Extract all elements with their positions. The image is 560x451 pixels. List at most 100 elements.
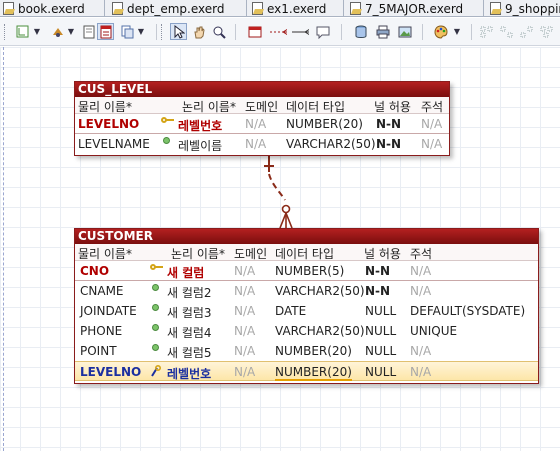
toolbar-separator [156,24,157,40]
datatype: DATE [275,304,307,318]
column-header-row: 물리 이름* 논리 이름* 도메인 데이터 타입 널 허용 주석 [75,244,538,261]
logical-name: 레벨번호 [178,119,223,133]
palette-icon[interactable] [432,23,449,40]
domain: N/A [245,137,267,151]
shape-icon[interactable] [49,23,66,40]
dropdown-arrow-icon[interactable]: ▼ [136,23,146,40]
physical-name: LEVELNO [80,365,142,379]
column-row-levelname[interactable]: LEVELNAME 레벨이름 N/A VARCHAR2(50) N-N N/A [75,134,449,154]
db-icon[interactable] [352,23,369,40]
non-identifying-relation-icon[interactable] [290,23,310,40]
attribute-icon [152,324,159,331]
tab-label: 7_5MAJOR.exerd [365,1,464,16]
column-row-levelno-fk[interactable]: LEVELNO 레벨번호 N/A NUMBER(20) NULL N/A [75,361,538,381]
domain: N/A [234,304,256,318]
physical-name: LEVELNAME [78,137,150,151]
note-icon[interactable] [80,23,97,40]
tab-9-shopping-exerd[interactable]: 9_shoppin [487,0,560,16]
align-bottom-icon[interactable] [538,23,555,40]
header-domain: 도메인 [245,100,279,114]
erd-file-icon [252,2,263,15]
logical-name: 새 컬럼5 [167,346,212,360]
column-row-cno[interactable]: CNO 새 컬럼 N/A NUMBER(5) N-N N/A [75,261,538,281]
toolbar-separator [235,24,236,40]
header-datatype: 데이터 타입 [286,100,346,114]
comment: N/A [421,117,443,131]
domain: N/A [234,365,256,379]
physical-name: LEVELNO [78,117,140,131]
table-icon[interactable] [97,23,114,40]
entity-icon[interactable] [246,23,263,40]
tab-ex1-exerd[interactable]: ex1.exerd [249,0,344,16]
physical-name: JOINDATE [80,304,137,318]
dropdown-arrow-icon[interactable]: ▼ [32,23,42,40]
comment: N/A [410,284,432,298]
header-nullable: 널 허용 [364,247,401,261]
hand-icon[interactable] [190,23,207,40]
primary-key-icon [150,264,163,271]
column-row-cname[interactable]: CNAME 새 컬럼2 N/A VARCHAR2(50) N-N N/A [75,281,538,301]
domain: N/A [234,264,256,278]
tab-label: ex1.exerd [267,1,327,16]
tab-7-5major-exerd[interactable]: 7_5MAJOR.exerd [347,0,484,16]
toolbar-grip[interactable] [161,24,164,40]
entity-cus-level[interactable]: CUS_LEVEL 물리 이름* 논리 이름* 도메인 데이터 타입 널 허용 … [74,81,450,156]
column-row-levelno[interactable]: LEVELNO 레벨번호 N/A NUMBER(20) N-N N/A [75,114,449,134]
column-row-point[interactable]: POINT 새 컬럼5 N/A NUMBER(20) NULL N/A [75,341,538,361]
erd-file-icon [112,2,123,15]
dropdown-arrow-icon[interactable]: ▼ [452,23,462,40]
layout-icon[interactable] [14,23,31,40]
nullable: N-N [365,264,391,278]
erd-file-icon [350,2,361,15]
nullable: NULL [365,324,397,338]
identifying-relation-icon[interactable] [268,23,288,40]
datatype: VARCHAR2(50) [275,324,365,338]
foreign-key-icon [150,364,162,377]
toolbar-separator [341,24,342,40]
header-physical-name: 물리 이름* [78,100,132,114]
diagram-toolbar: ▼ ▼ ▼ ▼ [0,18,560,46]
header-logical-name: 논리 이름* [171,247,225,261]
erd-file-icon [490,2,501,15]
datatype: VARCHAR2(50) [275,284,365,298]
tab-label: 9_shoppin [505,1,560,16]
logical-name: 새 컬럼 [167,266,205,280]
physical-name: POINT [80,344,117,358]
align-center-icon[interactable] [498,23,515,40]
tab-label: book.exerd [18,1,85,16]
header-physical-name: 물리 이름* [78,247,132,261]
datatype: NUMBER(5) [275,264,345,278]
column-header-row: 물리 이름* 논리 이름* 도메인 데이터 타입 널 허용 주석 [75,97,449,114]
zoom-icon[interactable] [210,23,227,40]
copy-icon[interactable] [118,23,135,40]
comment: DEFAULT(SYSDATE) [410,304,526,318]
entity-title[interactable]: CUS_LEVEL [75,82,449,97]
entity-customer[interactable]: CUSTOMER 물리 이름* 논리 이름* 도메인 데이터 타입 널 허용 주… [74,228,539,384]
comment: N/A [421,137,443,151]
physical-name: CNAME [80,284,124,298]
tab-book-exerd[interactable]: book.exerd [0,0,105,16]
print-icon[interactable] [374,23,391,40]
entity-title[interactable]: CUSTOMER [75,229,538,244]
erd-file-icon [3,2,14,15]
header-comment: 주석 [410,247,433,261]
tab-label: dept_emp.exerd [127,1,225,16]
toolbar-grip[interactable] [4,24,7,40]
select-icon[interactable] [170,23,187,40]
align-right-icon[interactable] [518,23,535,40]
nullable: NULL [365,304,397,318]
primary-key-icon [161,117,174,124]
comment-icon[interactable] [314,23,331,40]
comment: N/A [410,365,432,379]
tab-dept-emp-exerd[interactable]: dept_emp.exerd [109,0,247,16]
attribute-icon [152,284,159,291]
image-icon[interactable] [396,23,413,40]
column-row-phone[interactable]: PHONE 새 컬럼4 N/A VARCHAR2(50) NULL UNIQUE [75,321,538,341]
dropdown-arrow-icon[interactable]: ▼ [66,23,76,40]
column-row-joindate[interactable]: JOINDATE 새 컬럼3 N/A DATE NULL DEFAULT(SYS… [75,301,538,321]
logical-name: 레벨번호 [167,367,212,381]
align-left-icon[interactable] [478,23,495,40]
header-domain: 도메인 [234,247,268,261]
page-boundary-line [3,47,4,451]
domain: N/A [234,344,256,358]
